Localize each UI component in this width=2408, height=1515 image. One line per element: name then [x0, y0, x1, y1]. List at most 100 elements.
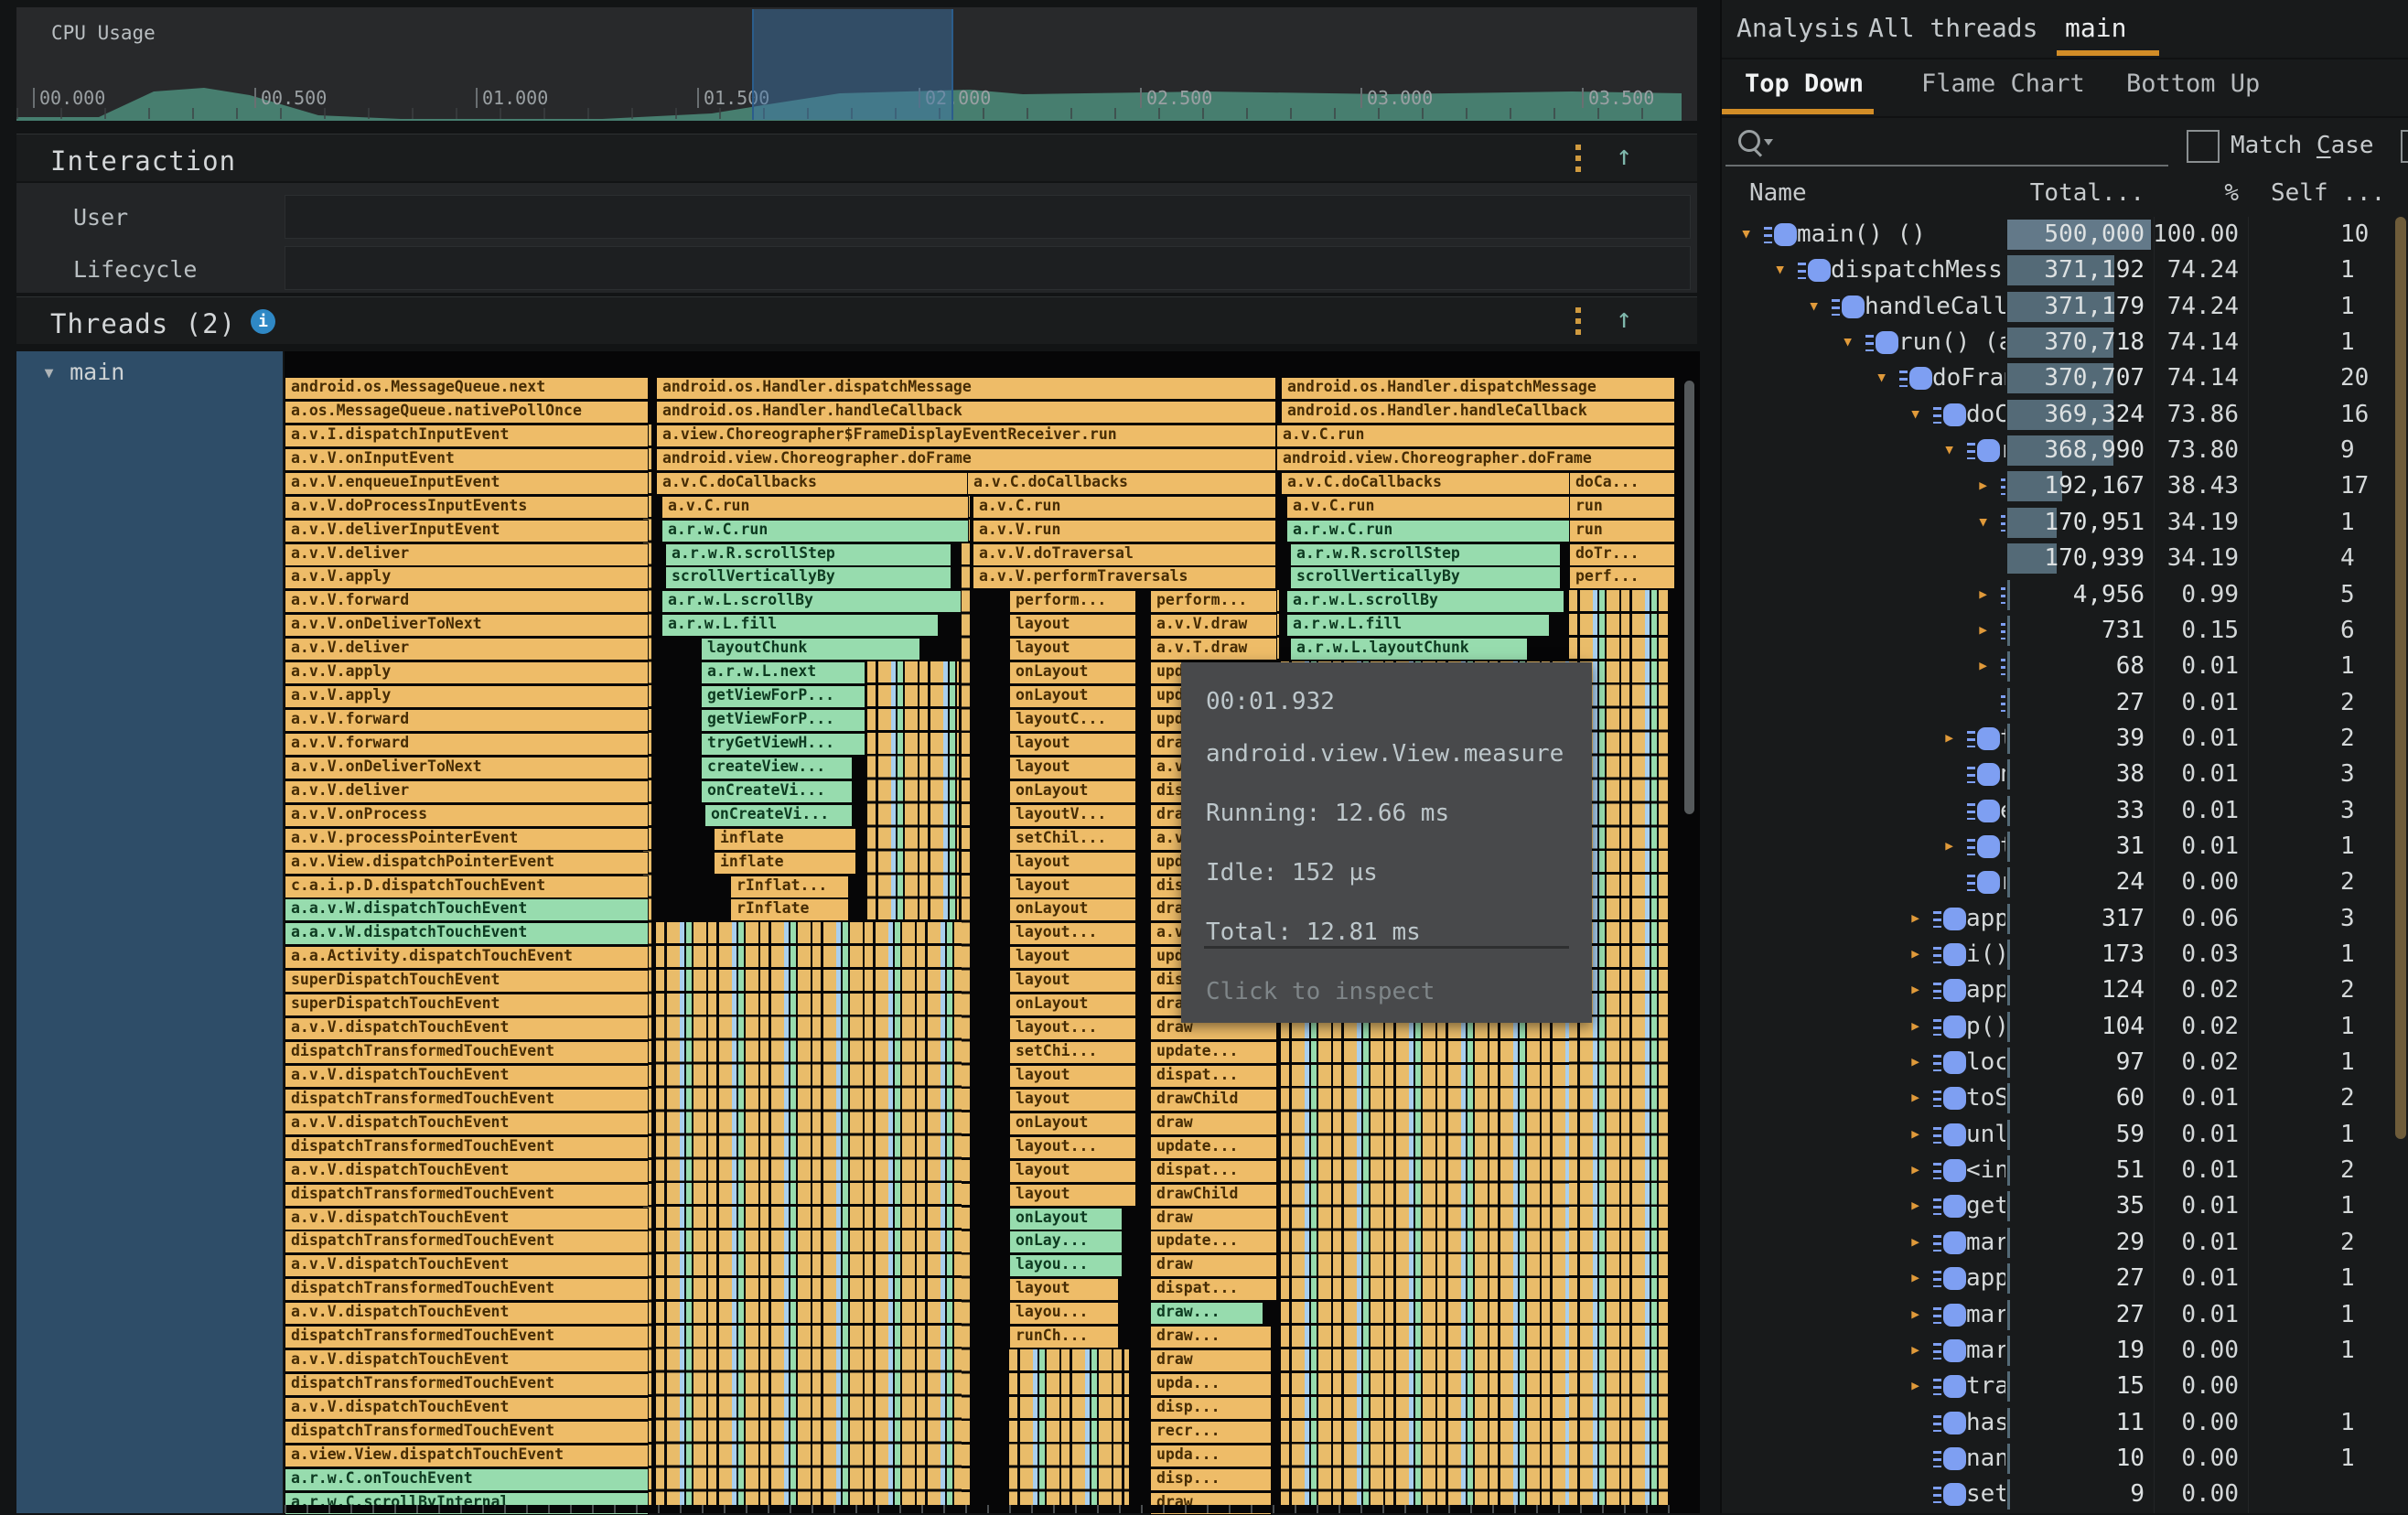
call-frame[interactable]: a.v.T.draw	[1150, 638, 1277, 661]
call-frame[interactable]: a.v.V.doTraversal	[973, 543, 1276, 566]
chevron-right-icon[interactable]: ▸	[1909, 1015, 1933, 1037]
chevron-right-icon[interactable]: ▸	[1909, 1338, 1933, 1361]
call-frame[interactable]: onLayout	[1009, 898, 1136, 921]
call-frame[interactable]: dispatchTransformedTouchEvent	[285, 1230, 649, 1253]
call-frame[interactable]: layout	[1009, 876, 1136, 898]
call-frame[interactable]: a.v.C.run	[973, 496, 1276, 519]
call-frame[interactable]: dispatchTransformedTouchEvent	[285, 1041, 649, 1064]
call-frame[interactable]: a.r.w.L.next	[701, 661, 865, 684]
call-frame[interactable]: layoutChunk	[701, 638, 920, 661]
call-frame[interactable]: a.a.v.W.dispatchTouchEvent	[285, 922, 649, 945]
chevron-right-icon[interactable]: ▸	[1909, 1374, 1933, 1397]
call-frame[interactable]: rInflat...	[730, 876, 849, 898]
tab-all-threads[interactable]: All threads	[1868, 13, 2037, 43]
chevron-down-icon[interactable]: ▾	[1977, 510, 2001, 533]
chevron-right-icon[interactable]: ▸	[1909, 942, 1933, 965]
call-frame[interactable]: dispatchTransformedTouchEvent	[285, 1089, 649, 1112]
table-row[interactable]: ▸toSt600.012	[1722, 1080, 2399, 1116]
chevron-right-icon[interactable]: ▸	[1909, 1230, 1933, 1253]
table-row[interactable]: nano100.001	[1722, 1441, 2399, 1477]
call-frame[interactable]: layout...	[1009, 1136, 1136, 1159]
table-row[interactable]: set90.00	[1722, 1477, 2399, 1512]
call-frame[interactable]: layout	[1009, 1065, 1136, 1088]
call-frame[interactable]: a.r.w.L.scrollBy	[661, 590, 962, 613]
table-row[interactable]: ▸unlo590.011	[1722, 1117, 2399, 1153]
chevron-right-icon[interactable]: ▸	[1909, 1303, 1933, 1326]
call-frame[interactable]: draw...	[1150, 1326, 1272, 1348]
call-frame[interactable]: update...	[1150, 1136, 1277, 1159]
call-frame[interactable]: layout	[1009, 970, 1136, 993]
call-frame[interactable]: dispatchTransformedTouchEvent	[285, 1373, 649, 1396]
call-frag[interactable]	[1009, 1349, 1129, 1513]
call-frame[interactable]: tryGetViewH...	[701, 733, 865, 756]
call-frame[interactable]: android.view.Choreographer.doFrame	[1276, 448, 1675, 471]
search-options-caret[interactable]	[1764, 139, 1773, 145]
call-frame[interactable]: dispat...	[1150, 1065, 1277, 1088]
call-frame[interactable]: a.a.v.W.dispatchTouchEvent	[285, 898, 649, 921]
chevron-right-icon[interactable]: ▸	[1909, 978, 1933, 1001]
call-frame[interactable]: runCh...	[1009, 1326, 1119, 1348]
call-frame[interactable]: layou...	[1009, 1302, 1119, 1325]
tab-analysis[interactable]: Analysis	[1736, 13, 1860, 43]
tab-main[interactable]: main	[2065, 13, 2126, 43]
call-frame[interactable]: layoutC...	[1009, 709, 1136, 732]
chevron-down-icon[interactable]: ▾	[1876, 366, 1899, 389]
call-frame[interactable]: android.os.Handler.handleCallback	[1281, 401, 1675, 424]
call-frame[interactable]: dispat...	[1150, 1160, 1277, 1183]
chevron-down-icon[interactable]: ▾	[1943, 438, 1967, 461]
table-row[interactable]: ▾main() ()500,000100.0010	[1722, 217, 2399, 252]
call-frame[interactable]: a.r.w.R.scrollStep	[665, 543, 951, 566]
call-frame[interactable]: onCreateVi...	[704, 804, 853, 827]
call-frame[interactable]: a.v.V.performTraversals	[973, 566, 1276, 589]
table-row[interactable]: na380.013	[1722, 757, 2399, 792]
table-row[interactable]: ▸mark290.012	[1722, 1225, 2399, 1261]
table-row[interactable]: ex330.013	[1722, 793, 2399, 829]
call-frame[interactable]: a.v.C.run	[1276, 424, 1675, 447]
table-row[interactable]: ▸trac150.00	[1722, 1369, 2399, 1404]
chart-scrollbar[interactable]	[1684, 381, 1694, 814]
table-row[interactable]: ▸p()1040.021	[1722, 1009, 2399, 1045]
call-frame[interactable]: a.v.C.run	[661, 496, 969, 519]
call-frame[interactable]: draw	[1150, 1349, 1272, 1372]
chevron-down-icon[interactable]: ▾	[1909, 403, 1933, 425]
call-frame[interactable]: onLayout	[1009, 685, 1136, 708]
match-case-label[interactable]: Match Case	[2231, 132, 2374, 159]
call-frame[interactable]: disp...	[1150, 1468, 1272, 1491]
call-frame[interactable]: a.v.V.deliverInputEvent	[285, 520, 649, 543]
call-frame[interactable]: a.v.V.apply	[285, 685, 649, 708]
call-frame[interactable]: onLayout	[1009, 1112, 1136, 1135]
column-header-total[interactable]: Total...	[2007, 179, 2145, 207]
chevron-down-icon[interactable]: ▾	[1774, 258, 1798, 281]
call-frame[interactable]: draw	[1150, 1208, 1277, 1230]
table-row[interactable]: ▸i()1730.031	[1722, 937, 2399, 972]
table-row[interactable]: ▾run() (a370,71874.141	[1722, 325, 2399, 360]
call-frame[interactable]: a.r.w.C.onTouchEvent	[285, 1468, 649, 1491]
table-row[interactable]: ▸tr310.011	[1722, 829, 2399, 865]
call-frame[interactable]: dispatchTransformedTouchEvent	[285, 1278, 649, 1301]
table-row[interactable]: ▾170,95134.191	[1722, 505, 2399, 541]
call-frame[interactable]: drawChild	[1150, 1089, 1277, 1112]
call-frame[interactable]: superDispatchTouchEvent	[285, 994, 649, 1016]
panel-scrollbar[interactable]	[2395, 217, 2406, 1139]
call-frame[interactable]: a.view.View.dispatchTouchEvent	[285, 1445, 649, 1467]
call-frame[interactable]: onLayout	[1009, 994, 1136, 1016]
table-row[interactable]: ▸lock970.021	[1722, 1045, 2399, 1080]
call-frame[interactable]: a.v.View.dispatchPointerEvent	[285, 852, 649, 875]
call-frame[interactable]: a.v.V.dispatchTouchEvent	[285, 1112, 649, 1135]
call-frame[interactable]: run	[1569, 520, 1675, 543]
call-frame[interactable]: a.v.V.processPointerEvent	[285, 828, 649, 851]
call-frame[interactable]: a.v.V.deliver	[285, 638, 649, 661]
call-frame[interactable]: layout	[1009, 852, 1136, 875]
table-row[interactable]: ▸mark270.011	[1722, 1297, 2399, 1333]
call-frame[interactable]: dispatchTransformedTouchEvent	[285, 1184, 649, 1207]
table-row[interactable]: ▸appe3170.063	[1722, 901, 2399, 937]
chevron-down-icon[interactable]: ▾	[1808, 295, 1832, 317]
subtab-flame-chart[interactable]: Flame Chart	[1921, 70, 2085, 98]
call-frame[interactable]: a.a.Activity.dispatchTouchEvent	[285, 946, 649, 969]
call-frame[interactable]: layout...	[1009, 922, 1136, 945]
call-frame[interactable]: layout	[1009, 1089, 1136, 1112]
call-frame[interactable]: dispatchTransformedTouchEvent	[285, 1136, 649, 1159]
chevron-right-icon[interactable]: ▸	[1909, 1158, 1933, 1181]
table-row[interactable]: ▸getB350.011	[1722, 1188, 2399, 1224]
call-frame[interactable]: a.r.w.L.layoutChunk	[1290, 638, 1528, 661]
